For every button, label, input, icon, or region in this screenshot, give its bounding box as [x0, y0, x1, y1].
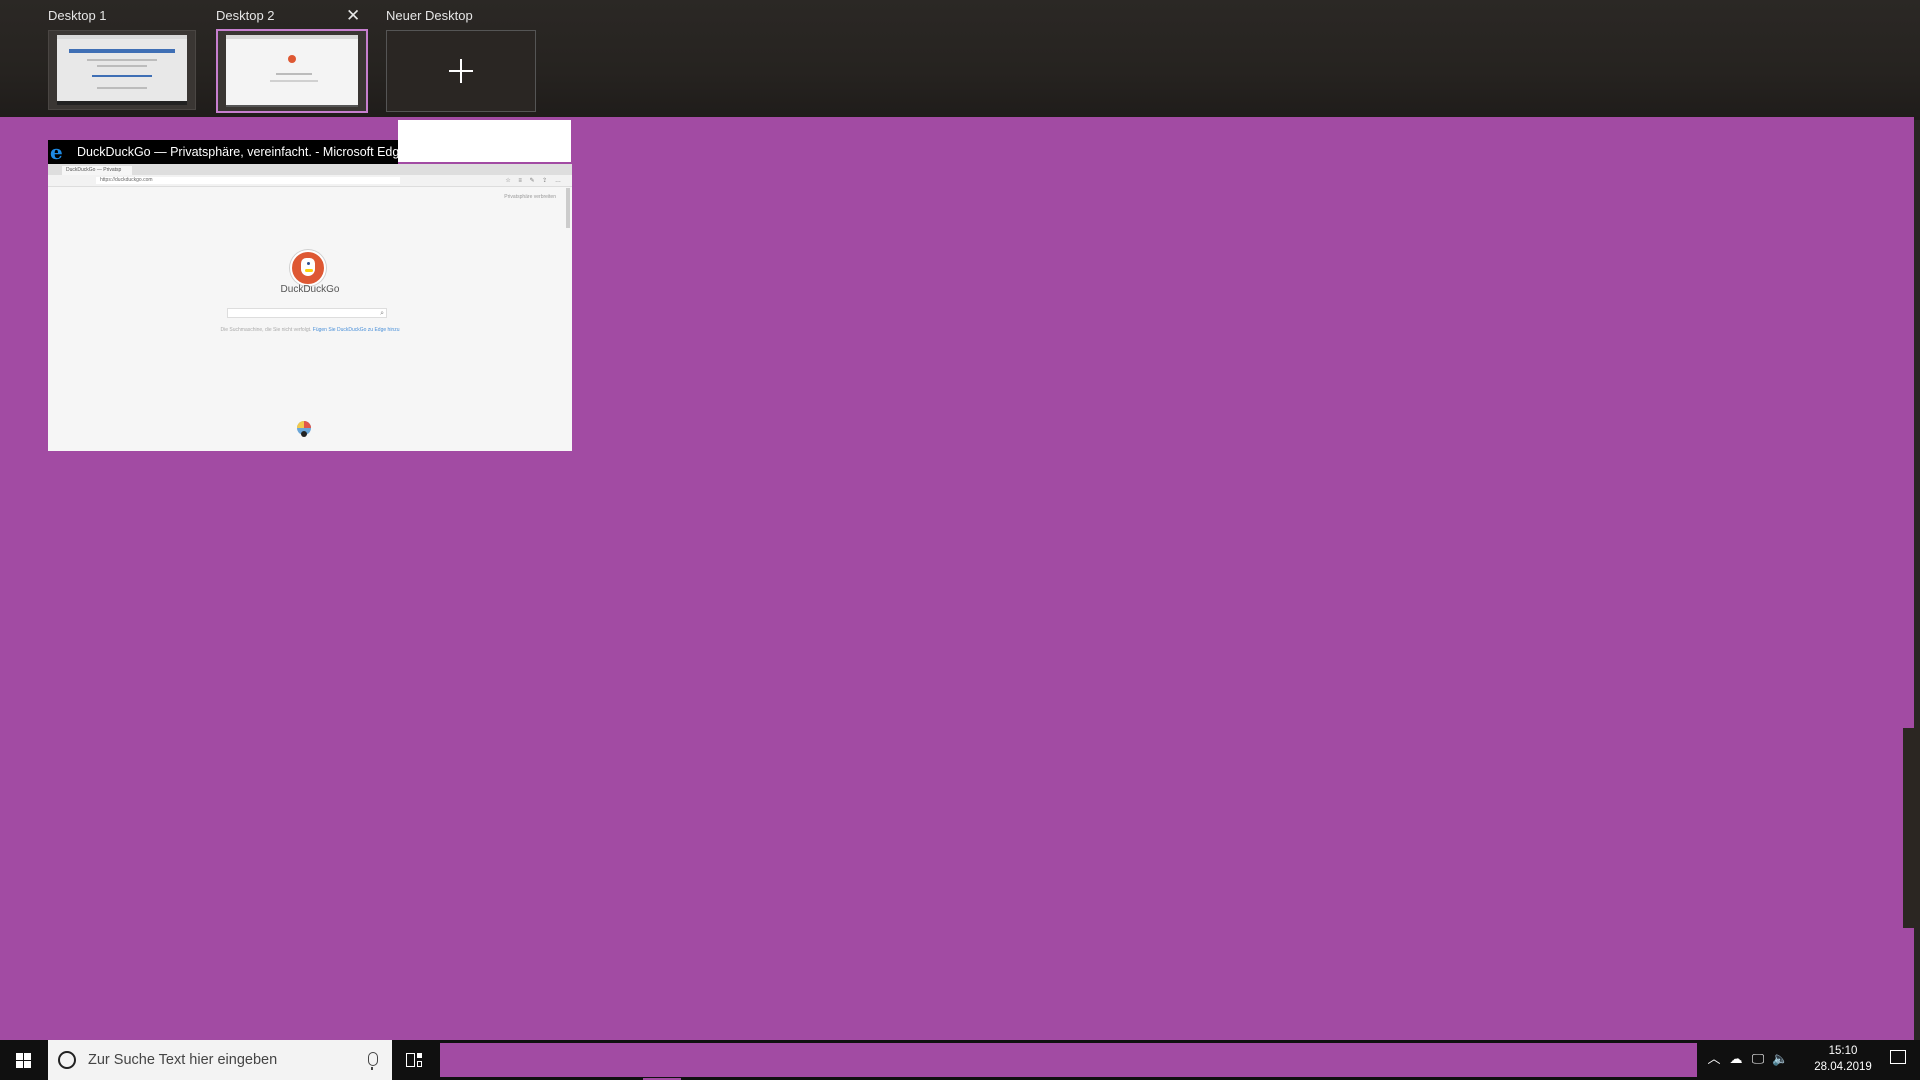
mini-taskbar	[57, 101, 187, 105]
top-links: Privatsphäre verbreiten	[504, 194, 556, 200]
mini-header	[69, 49, 175, 53]
volume-icon[interactable]: 🔈	[1772, 1051, 1788, 1067]
clock-date: 28.04.2019	[1814, 1061, 1872, 1073]
mini-line	[270, 80, 318, 82]
desktop-1-preview	[57, 35, 187, 105]
search-placeholder: Zur Suche Text hier eingeben	[88, 1052, 278, 1068]
site-name: DuckDuckGo	[280, 284, 340, 295]
action-center-icon[interactable]	[1890, 1050, 1906, 1064]
window-thumbnail[interactable]: DuckDuckGo — Privatsp https://duckduckgo…	[48, 164, 572, 451]
mini-line	[87, 59, 157, 61]
tagline-text: Die Suchmaschine, die Sie nicht verfolgt…	[220, 327, 312, 333]
browser-tab-strip: DuckDuckGo — Privatsp	[48, 164, 572, 175]
edge-icon: e	[50, 140, 63, 164]
mini-line	[97, 87, 147, 89]
start-button[interactable]	[0, 1040, 48, 1080]
tagline-link: Fügen Sie DuckDuckGo zu Edge hinzu	[312, 327, 400, 333]
clock[interactable]: 15:10 28.04.2019	[1806, 1043, 1880, 1075]
desktop-2-preview	[226, 35, 358, 107]
new-desktop-button[interactable]	[386, 30, 536, 112]
mini-titlebar	[226, 35, 358, 39]
search-icon: ⌕	[380, 310, 384, 317]
taskbar-search-box[interactable]: Zur Suche Text hier eingeben	[48, 1040, 392, 1080]
ddg-search-input: ⌕	[227, 308, 387, 318]
microphone-icon[interactable]	[368, 1052, 378, 1070]
duck-bill	[305, 269, 313, 272]
mini-line	[276, 73, 312, 75]
chevron-up-icon[interactable]: ︿	[1706, 1051, 1722, 1067]
window-snap-placeholder	[398, 120, 571, 162]
new-desktop-label: Neuer Desktop	[386, 8, 473, 23]
duck-eye	[307, 262, 310, 265]
clock-time: 15:10	[1828, 1045, 1858, 1057]
wallpaper-edge	[1903, 728, 1920, 928]
desktop-2-thumbnail[interactable]	[216, 29, 368, 113]
virtual-desktops-bar: Desktop 1 Desktop 2 ✕ Neuer Desktop	[0, 0, 1920, 120]
mini-taskbar	[226, 105, 358, 107]
address-bar: https://duckduckgo.com	[96, 177, 400, 184]
windows-icon	[16, 1053, 31, 1068]
browser-toolbar-icons: ☆ ≡ ✎ ⇪ …	[505, 178, 564, 184]
close-desktop-icon[interactable]: ✕	[346, 7, 360, 24]
task-view-button[interactable]	[402, 1048, 426, 1072]
taskbar: Zur Suche Text hier eingeben ︿ ☁ 🖵 🔈 15:…	[0, 1040, 1920, 1080]
loading-cursor-icon	[297, 421, 311, 437]
browser-tab: DuckDuckGo — Privatsp	[62, 166, 132, 175]
desktop-1-label: Desktop 1	[48, 8, 107, 23]
cortana-icon	[58, 1051, 76, 1069]
window-title: DuckDuckGo — Privatsphäre, vereinfacht. …	[77, 145, 407, 159]
duck-face	[301, 258, 315, 276]
taskbar-apps-area	[440, 1043, 1697, 1077]
mini-line	[97, 65, 147, 67]
desktop-2-label: Desktop 2	[216, 8, 275, 23]
duckduckgo-logo-icon	[290, 250, 326, 286]
mini-ddg-logo	[288, 55, 296, 63]
scrollbar	[566, 188, 570, 228]
plus-icon	[449, 59, 473, 83]
window-title-bar[interactable]: e DuckDuckGo — Privatsphäre, vereinfacht…	[48, 140, 406, 164]
task-view-icon	[406, 1053, 415, 1067]
onedrive-icon[interactable]: ☁	[1728, 1051, 1744, 1067]
mini-titlebar	[57, 35, 187, 39]
network-icon[interactable]: 🖵	[1750, 1051, 1766, 1067]
mini-line	[92, 75, 152, 77]
system-tray: ︿ ☁ 🖵 🔈 15:10 28.04.2019	[1706, 1040, 1906, 1080]
ddg-tagline: Die Suchmaschine, die Sie nicht verfolgt…	[48, 327, 572, 333]
desktop-1-thumbnail[interactable]	[48, 30, 196, 110]
